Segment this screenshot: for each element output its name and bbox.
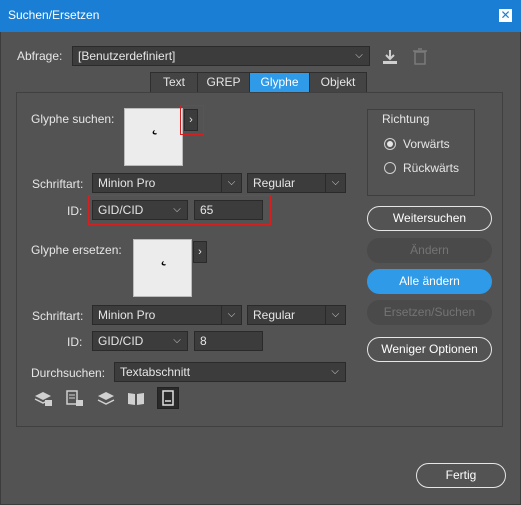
change-button[interactable]: Ändern — [367, 238, 492, 263]
chevron-down-icon: ⌵ — [221, 305, 241, 325]
find-font-dropdown[interactable]: Minion Pro ⌵ — [92, 173, 242, 193]
find-glyph-preview[interactable]: ˛ — [124, 108, 183, 166]
replace-id-input[interactable]: 8 — [194, 331, 263, 351]
find-id-label: ID: — [67, 204, 83, 218]
find-font-label: Schriftart: — [32, 177, 84, 191]
replace-style-dropdown[interactable]: Regular ⌵ — [247, 305, 346, 325]
tab-glyph[interactable]: Glyphe — [250, 73, 310, 92]
replace-font-value: Minion Pro — [98, 308, 156, 322]
tab-text[interactable]: Text — [151, 73, 198, 92]
title-bar: Suchen/Ersetzen ✕ — [0, 0, 521, 32]
replace-font-label: Schriftart: — [32, 309, 84, 323]
replace-id-type-dropdown[interactable]: GID/CID ⌵ — [92, 331, 188, 351]
find-id-type-dropdown[interactable]: GID/CID ⌵ — [92, 200, 188, 220]
query-label: Abfrage: — [17, 49, 63, 63]
chevron-down-icon: ⌵ — [355, 50, 363, 61]
chevron-down-icon: ⌵ — [173, 204, 181, 215]
tab-object[interactable]: Objekt — [310, 73, 366, 92]
radio-backward[interactable] — [384, 162, 396, 174]
tab-bar: Text GREP Glyphe Objekt — [150, 72, 367, 93]
done-button[interactable]: Fertig — [416, 463, 506, 488]
replace-glyph-preview[interactable]: ˛ — [133, 239, 192, 297]
search-in-dropdown[interactable]: Textabschnitt ⌵ — [114, 362, 346, 382]
query-dropdown[interactable]: [Benutzerdefiniert] ⌵ — [72, 46, 370, 66]
replace-glyph-label: Glyphe ersetzen: — [31, 243, 122, 257]
radio-forward[interactable] — [384, 138, 396, 150]
replace-font-dropdown[interactable]: Minion Pro ⌵ — [92, 305, 242, 325]
replace-glyph-picker-button[interactable]: › — [193, 241, 207, 263]
radio-forward-label[interactable]: Vorwärts — [403, 137, 450, 151]
find-next-button[interactable]: Weitersuchen — [367, 206, 492, 231]
fewer-options-button[interactable]: Weniger Optionen — [367, 337, 492, 362]
include-footnotes-icon[interactable] — [157, 387, 179, 409]
find-id-type-value: GID/CID — [98, 203, 144, 217]
chevron-down-icon: ⌵ — [173, 335, 181, 346]
include-master-pages-icon[interactable] — [126, 388, 146, 408]
change-all-button[interactable]: Alle ändern — [367, 269, 492, 294]
change-find-button[interactable]: Ersetzen/Suchen — [367, 300, 492, 325]
delete-query-icon[interactable] — [410, 47, 430, 67]
find-glyph-label: Glyphe suchen: — [31, 112, 115, 126]
chevron-down-icon: ⌵ — [325, 173, 345, 193]
find-glyph-picker-button[interactable]: › — [184, 109, 198, 131]
chevron-down-icon: ⌵ — [325, 305, 345, 325]
include-locked-layers-icon[interactable] — [33, 388, 53, 408]
replace-glyph: ˛ — [158, 242, 169, 267]
replace-id-type-value: GID/CID — [98, 334, 144, 348]
include-locked-stories-icon[interactable] — [64, 388, 84, 408]
include-hidden-layers-icon[interactable] — [96, 388, 116, 408]
query-value: [Benutzerdefiniert] — [78, 49, 176, 63]
replace-id-label: ID: — [67, 335, 83, 349]
save-query-icon[interactable] — [380, 47, 400, 67]
direction-title: Richtung — [382, 112, 430, 126]
radio-backward-label[interactable]: Rückwärts — [403, 161, 459, 175]
find-style-dropdown[interactable]: Regular ⌵ — [247, 173, 346, 193]
find-id-input[interactable]: 65 — [194, 200, 263, 220]
search-in-value: Textabschnitt — [120, 365, 191, 379]
tab-grep[interactable]: GREP — [198, 73, 250, 92]
find-glyph: ˛ — [149, 111, 160, 136]
replace-style-value: Regular — [253, 308, 296, 322]
find-style-value: Regular — [253, 176, 296, 190]
search-in-label: Durchsuchen: — [31, 366, 106, 380]
window-title: Suchen/Ersetzen — [8, 8, 100, 22]
close-button[interactable]: ✕ — [499, 9, 512, 22]
chevron-down-icon: ⌵ — [221, 173, 241, 193]
chevron-down-icon: ⌵ — [331, 366, 339, 377]
find-font-value: Minion Pro — [98, 176, 156, 190]
